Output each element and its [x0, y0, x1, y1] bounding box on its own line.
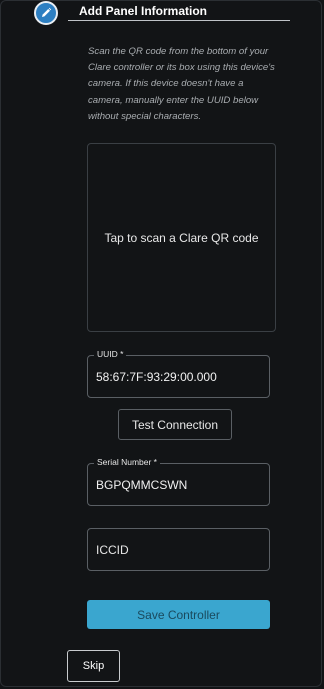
- save-controller-button[interactable]: Save Controller: [87, 600, 270, 629]
- add-panel-dialog: Add Panel Information Scan the QR code f…: [0, 0, 322, 687]
- skip-button[interactable]: Skip: [67, 650, 120, 682]
- qr-scan-label: Tap to scan a Clare QR code: [104, 230, 259, 245]
- uuid-field[interactable]: UUID * 58:67:7F:93:29:00.000: [87, 349, 270, 398]
- uuid-field-value: 58:67:7F:93:29:00.000: [96, 369, 217, 384]
- iccid-field[interactable]: ICCID: [87, 528, 270, 571]
- pencil-icon: [34, 1, 58, 25]
- serial-number-field-value: BGPQMMCSWN: [96, 477, 188, 492]
- serial-number-field[interactable]: Serial Number * BGPQMMCSWN: [87, 457, 270, 506]
- test-connection-button[interactable]: Test Connection: [118, 409, 232, 440]
- page-title: Add Panel Information: [79, 4, 208, 18]
- instructions-text: Scan the QR code from the bottom of your…: [88, 46, 275, 122]
- iccid-field-placeholder: ICCID: [96, 542, 129, 557]
- qr-scan-area[interactable]: Tap to scan a Clare QR code: [87, 143, 276, 332]
- title-divider: [68, 20, 290, 21]
